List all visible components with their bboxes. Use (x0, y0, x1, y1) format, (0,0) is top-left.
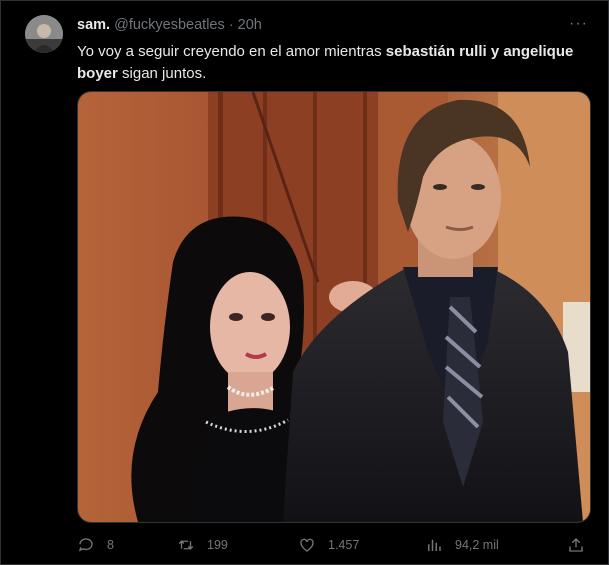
retweet-count: 199 (207, 538, 228, 552)
tweet-text-start: Yo voy a seguir creyendo en el amor mien… (77, 43, 386, 60)
reply-count: 8 (107, 538, 114, 552)
reply-icon (78, 538, 93, 552)
display-name[interactable]: sam. (77, 17, 110, 33)
tweet-text: Yo voy a seguir creyendo en el amor mien… (77, 41, 587, 85)
more-icon[interactable]: ··· (569, 15, 588, 33)
tweet-image[interactable] (77, 91, 591, 523)
tweet-text-end: sigan juntos. (117, 65, 207, 82)
share-button[interactable] (567, 533, 597, 557)
views-button[interactable]: 94,2 mil (425, 533, 499, 557)
heart-icon (300, 538, 314, 552)
view-count: 94,2 mil (455, 538, 499, 552)
retweet-icon (178, 540, 194, 550)
reply-button[interactable]: 8 (77, 533, 114, 557)
tweet-card: sam. @fuckyesbeatles · 20h ··· Yo voy a … (0, 0, 609, 565)
like-count: 1.457 (328, 538, 360, 552)
like-button[interactable]: 1.457 (298, 533, 359, 557)
timestamp[interactable]: 20h (238, 17, 262, 33)
tweet-header: sam. @fuckyesbeatles · 20h (77, 17, 262, 33)
share-icon (569, 538, 583, 552)
retweet-button[interactable]: 199 (177, 533, 228, 557)
views-icon (428, 539, 441, 551)
user-handle[interactable]: @fuckyesbeatles (114, 17, 225, 33)
separator: · (228, 17, 234, 33)
action-bar: 8 199 1.457 94,2 mil (77, 533, 589, 557)
avatar[interactable] (25, 15, 63, 53)
